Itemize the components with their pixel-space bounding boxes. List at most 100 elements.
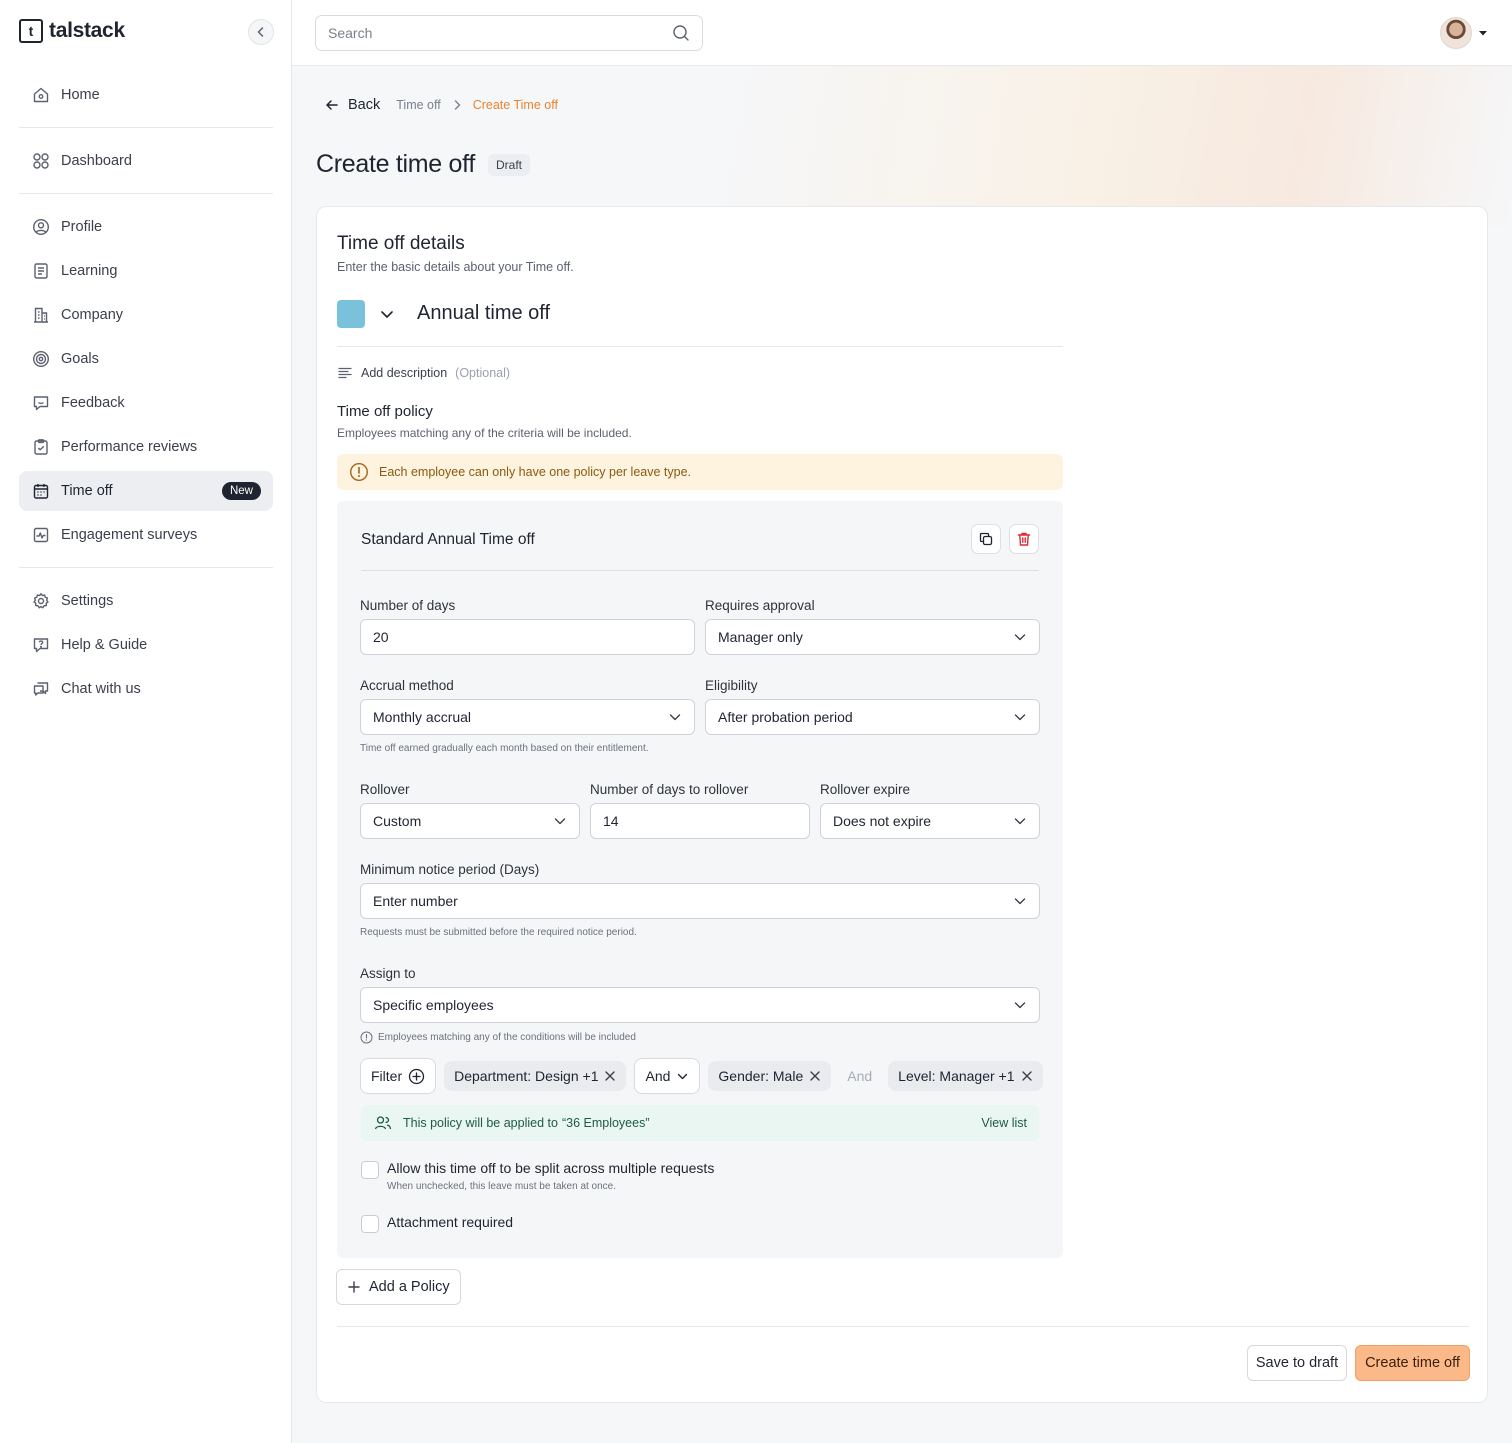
chevron-down-icon: [1014, 1002, 1026, 1009]
assign-help: Employees matching any of the conditions…: [360, 1031, 1040, 1044]
select-value: Manager only: [718, 629, 803, 645]
number-of-days-input[interactable]: 20: [360, 619, 695, 655]
color-swatch[interactable]: [337, 300, 365, 328]
add-description-button[interactable]: Add description (Optional): [337, 365, 510, 381]
alert-circle-icon: [349, 462, 369, 482]
user-menu[interactable]: [1440, 17, 1490, 49]
filter-chip-level[interactable]: Level: Manager +1: [888, 1061, 1043, 1091]
chat-icon: [31, 679, 51, 699]
sidebar-item-settings[interactable]: Settings: [19, 581, 273, 621]
time-off-type-row: Annual time off: [337, 300, 1063, 347]
operator-label: And: [645, 1068, 671, 1084]
grid-icon: [31, 151, 51, 171]
delete-policy-button[interactable]: [1009, 524, 1039, 554]
sidebar-item-label: Time off: [61, 483, 113, 499]
nav-divider: [19, 567, 273, 568]
applied-text: This policy will be applied to: [403, 1116, 558, 1130]
sidebar-item-help-guide[interactable]: Help & Guide: [19, 625, 273, 665]
help-text: Time off earned gradually each month bas…: [360, 743, 649, 754]
save-draft-button[interactable]: Save to draft: [1247, 1345, 1347, 1381]
sidebar-item-chat[interactable]: Chat with us: [19, 669, 273, 709]
button-label: Add a Policy: [369, 1279, 450, 1295]
close-icon[interactable]: [604, 1070, 616, 1082]
info-icon: [360, 1031, 373, 1044]
brand-mark: t: [19, 19, 43, 43]
select-value: Monthly accrual: [373, 709, 472, 725]
filter-chip-gender[interactable]: Gender: Male: [708, 1061, 832, 1091]
back-label: Back: [348, 97, 381, 113]
search-icon[interactable]: [672, 24, 690, 42]
chip-label: Gender: Male: [718, 1068, 804, 1084]
view-list-link[interactable]: View list: [981, 1116, 1027, 1130]
sidebar-item-feedback[interactable]: Feedback: [19, 383, 273, 423]
notice-period-field: Minimum notice period (Days) Enter numbe…: [360, 862, 1040, 938]
top-bar: [292, 0, 1512, 66]
rollover-days-input[interactable]: 14: [590, 803, 810, 839]
eligibility-select[interactable]: After probation period: [705, 699, 1040, 735]
assign-to-select[interactable]: Specific employees: [360, 987, 1040, 1023]
filter-chip-department[interactable]: Department: Design +1: [444, 1061, 627, 1091]
sidebar-item-engagement-surveys[interactable]: Engagement surveys: [19, 515, 273, 555]
time-off-type-name[interactable]: Annual time off: [417, 302, 550, 325]
nav-group-main: Profile Learning Company Goals Feedback …: [19, 207, 273, 559]
notice-period-select[interactable]: Enter number: [360, 883, 1040, 919]
policy-name[interactable]: Standard Annual Time off: [361, 531, 535, 549]
text-lines-icon: [338, 367, 352, 379]
select-value: Specific employees: [373, 997, 494, 1013]
checkbox-label: Attachment required: [387, 1214, 514, 1230]
sidebar-item-learning[interactable]: Learning: [19, 251, 273, 291]
sidebar-item-dashboard[interactable]: Dashboard: [19, 141, 273, 181]
time-off-form-card: Time off details Enter the basic details…: [316, 206, 1488, 1403]
checkbox-label: Allow this time off to be split across m…: [387, 1160, 715, 1176]
create-time-off-button[interactable]: Create time off: [1355, 1345, 1470, 1381]
color-picker-toggle[interactable]: [373, 300, 401, 328]
checkbox-help: When unchecked, this leave must be taken…: [387, 1181, 617, 1192]
attachment-required-checkbox[interactable]: [361, 1215, 379, 1233]
split-requests-checkbox[interactable]: [361, 1161, 379, 1179]
page-title: Create time off: [316, 150, 476, 178]
sidebar-item-label: Chat with us: [61, 681, 141, 697]
rollover-select[interactable]: Custom: [360, 803, 580, 839]
requires-approval-select[interactable]: Manager only: [705, 619, 1040, 655]
sidebar-item-company[interactable]: Company: [19, 295, 273, 335]
back-button[interactable]: Back: [324, 97, 380, 113]
accrual-method-select[interactable]: Monthly accrual: [360, 699, 695, 735]
input-value: 14: [603, 813, 619, 829]
field-label: Rollover: [360, 782, 410, 797]
sidebar-item-home[interactable]: Home: [19, 75, 273, 115]
sidebar-item-label: Performance reviews: [61, 439, 198, 455]
chevron-down-icon: [554, 818, 566, 825]
status-badge: Draft: [488, 154, 531, 176]
collapse-sidebar-button[interactable]: [248, 19, 274, 45]
sidebar-item-goals[interactable]: Goals: [19, 339, 273, 379]
eligibility-field: Eligibility After probation period: [705, 678, 1040, 735]
duplicate-policy-button[interactable]: [971, 524, 1001, 554]
warning-banner: Each employee can only have one policy p…: [337, 454, 1063, 490]
add-policy-button[interactable]: Add a Policy: [336, 1269, 461, 1305]
search-input[interactable]: [328, 25, 672, 41]
gear-icon: [31, 591, 51, 611]
chevron-down-icon: [1014, 634, 1026, 641]
add-description-label: Add description: [361, 366, 448, 380]
sidebar-item-label: Company: [61, 307, 124, 323]
add-filter-button[interactable]: Filter: [360, 1058, 437, 1094]
breadcrumb-parent[interactable]: Time off: [396, 98, 440, 112]
sidebar-item-label: Goals: [61, 351, 99, 367]
operator-select[interactable]: And: [634, 1058, 701, 1094]
field-label: Rollover expire: [820, 782, 911, 797]
caret-down-icon[interactable]: [1476, 26, 1490, 40]
footer-divider: [337, 1326, 1469, 1327]
close-icon[interactable]: [1021, 1070, 1033, 1082]
brand-logo[interactable]: t talstack: [19, 19, 125, 43]
number-of-days-field: Number of days 20: [360, 598, 695, 655]
breadcrumb: Back Time off Create Time off: [324, 97, 558, 113]
sidebar-item-time-off[interactable]: Time off New: [19, 471, 273, 511]
chevron-down-icon: [1014, 714, 1026, 721]
close-icon[interactable]: [809, 1070, 821, 1082]
rollover-expire-select[interactable]: Does not expire: [820, 803, 1040, 839]
sidebar-item-performance-reviews[interactable]: Performance reviews: [19, 427, 273, 467]
section-subtitle: Enter the basic details about your Time …: [337, 260, 574, 274]
search-box[interactable]: [315, 15, 703, 51]
sidebar-item-profile[interactable]: Profile: [19, 207, 273, 247]
avatar[interactable]: [1440, 17, 1472, 49]
